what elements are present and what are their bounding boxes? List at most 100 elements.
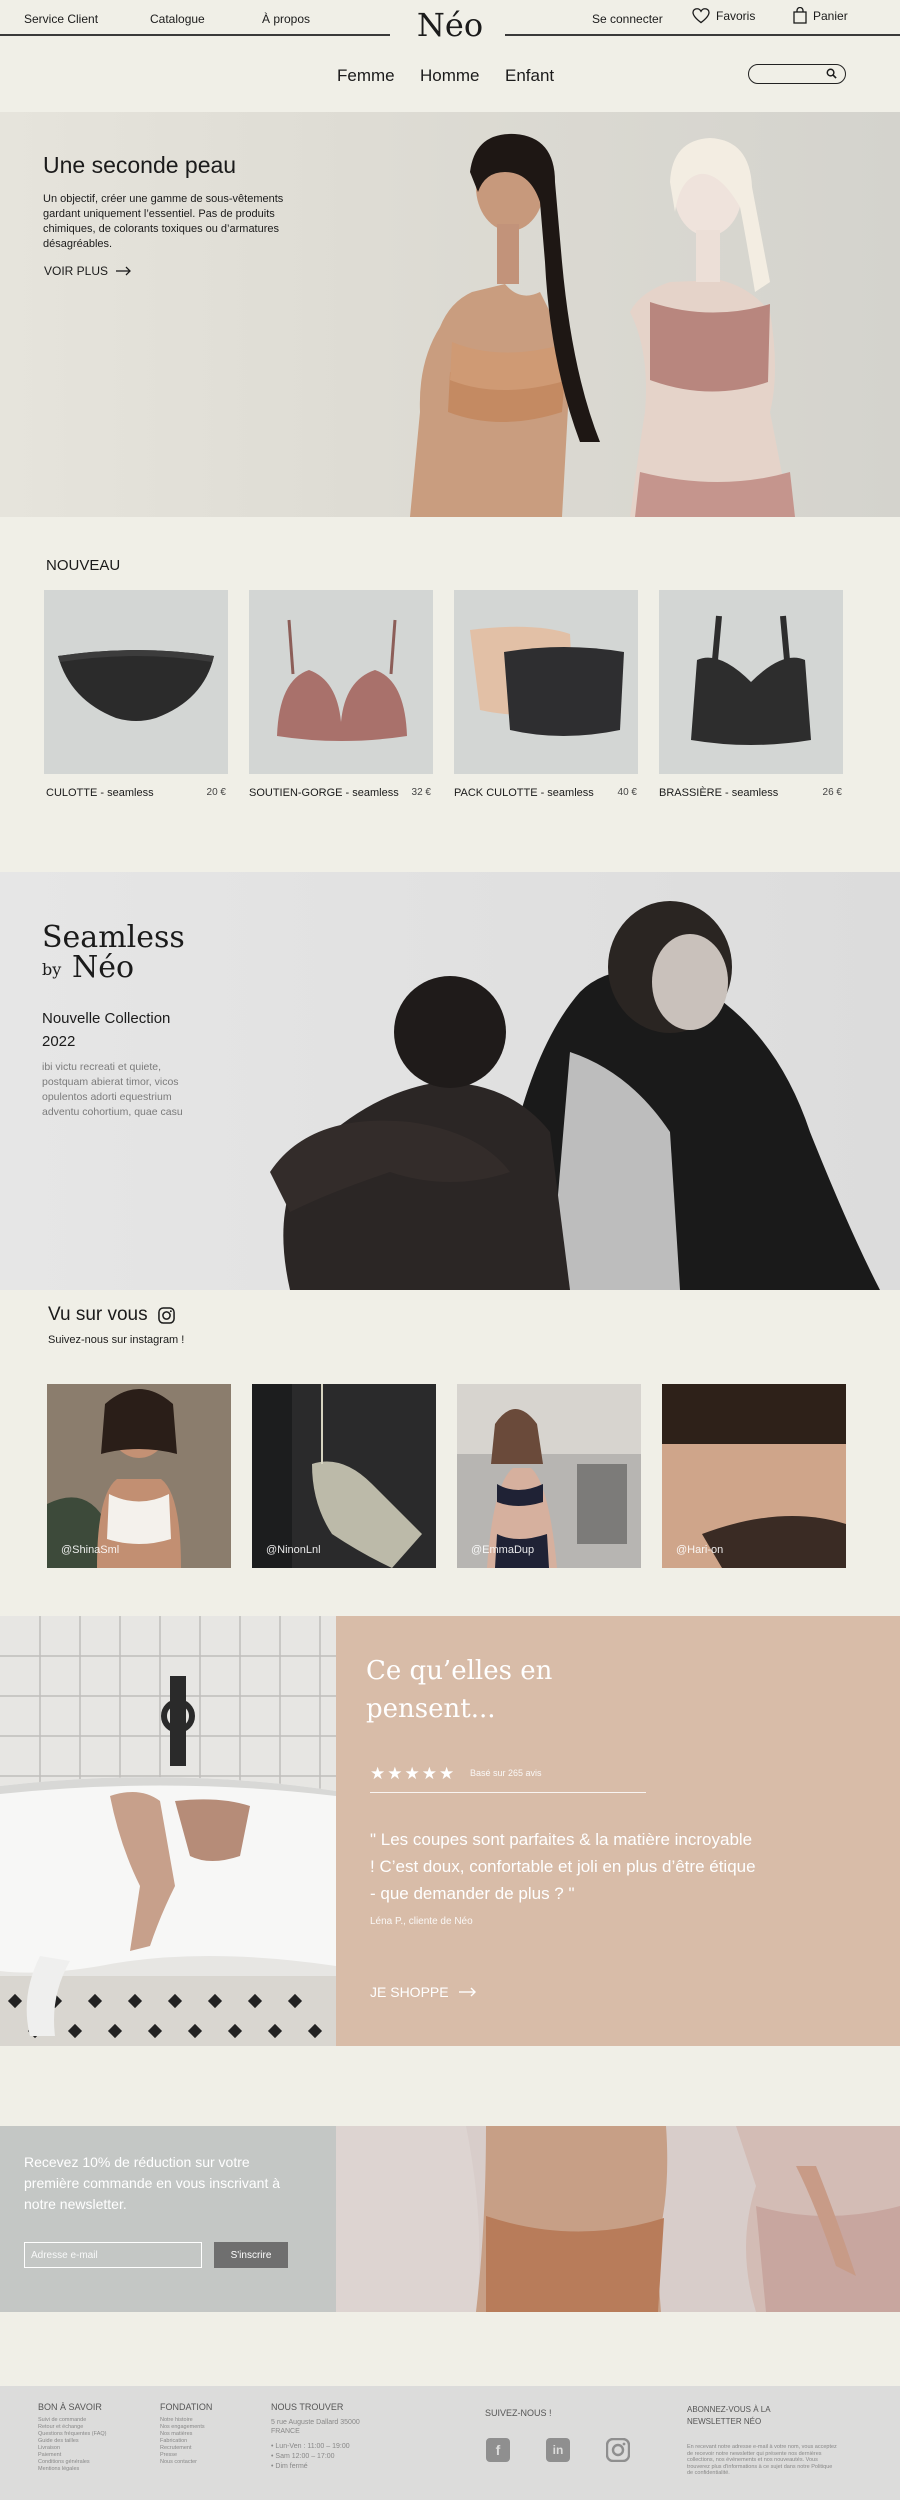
instagram-icon[interactable] — [157, 1306, 175, 1324]
instagram-post-1[interactable]: @ShinaSml — [47, 1384, 231, 1568]
facebook-icon[interactable]: f — [486, 2438, 510, 2462]
bathtub-image — [0, 1616, 336, 2046]
footer-link[interactable]: Questions fréquentes (FAQ) — [38, 2431, 106, 2438]
seamless-by: by — [42, 960, 62, 979]
newsletter-text: Recevez 10% de réduction sur votre premi… — [24, 2154, 281, 2212]
instagram-glyph — [605, 2437, 631, 2463]
instagram-post-2[interactable]: @NinonLnl — [252, 1384, 436, 1568]
search-icon[interactable] — [826, 68, 837, 79]
product-card-soutien-gorge[interactable] — [249, 590, 433, 774]
footer-link[interactable]: Nous contacter — [160, 2459, 205, 2466]
instagram-photo-1 — [47, 1384, 231, 1568]
nav-femme[interactable]: Femme — [337, 66, 395, 86]
instagram-handle-3: @EmmaDup — [471, 1544, 535, 1556]
hero-models-image — [410, 133, 795, 517]
seamless-models-image — [270, 901, 880, 1290]
footer-link[interactable]: Notre histoire — [160, 2417, 205, 2424]
instagram-handle-4: @Hari-on — [676, 1544, 724, 1556]
linkedin-icon[interactable]: in — [546, 2438, 570, 2462]
hours-text: Dim fermé — [275, 2463, 308, 2470]
footer-col2-links: Notre histoire Nos engagements Nos matiè… — [160, 2417, 205, 2466]
product-name-4[interactable]: BRASSIÈRE - seamless — [659, 787, 778, 799]
footer-social-title: SUIVEZ-NOUS ! — [485, 2408, 552, 2418]
footer-link[interactable]: Recrutement — [160, 2445, 205, 2452]
star-icon: ★ — [439, 1764, 455, 1783]
rating-count: Basé sur 265 avis — [470, 1768, 542, 1778]
product-card-brassiere[interactable] — [659, 590, 843, 774]
star-icon: ★ — [370, 1764, 386, 1783]
pack-culotte-image — [470, 626, 624, 736]
je-shoppe-link[interactable]: JE SHOPPE — [370, 1984, 477, 2000]
voir-plus-label: VOIR PLUS — [44, 264, 109, 278]
product-price-1: 20 € — [206, 787, 226, 798]
instagram-post-3[interactable]: @EmmaDup — [457, 1384, 641, 1568]
footer-news-text: En recevant notre adresse e-mail à votre… — [687, 2444, 837, 2476]
instagram-handle-2: @NinonLnl — [266, 1544, 321, 1556]
nav-enfant[interactable]: Enfant — [505, 66, 554, 86]
arrow-right-icon — [458, 1987, 476, 1997]
footer-col2-title: FONDATION — [160, 2402, 213, 2412]
hours-line: • Lun-Ven : 11:00 – 19:00 — [271, 2443, 350, 2450]
footer-link[interactable]: Retour et échange — [38, 2424, 106, 2431]
page: Service Client Catalogue À propos Néo Se… — [0, 0, 900, 2500]
collection-title: Nouvelle Collection 2022 — [42, 1010, 171, 1050]
arrow-right-icon — [116, 266, 131, 276]
footer-link[interactable]: Nos engagements — [160, 2424, 205, 2431]
hours-line: • Dim fermé — [271, 2463, 308, 2470]
footer-col1-title: BON À SAVOIR — [38, 2402, 102, 2412]
footer-link[interactable]: Conditions générales — [38, 2459, 106, 2466]
subscribe-button[interactable]: S'inscrire — [214, 2242, 288, 2268]
newsletter-section: Recevez 10% de réduction sur votre premi… — [0, 2126, 900, 2312]
hours-text: Sam 12:00 – 17:00 — [275, 2453, 335, 2460]
footer-link[interactable]: Livraison — [38, 2445, 106, 2452]
hero-title: Une seconde peau — [43, 152, 237, 178]
favorites-button[interactable]: Favoris — [692, 8, 755, 24]
footer-link[interactable]: Presse — [160, 2452, 205, 2459]
footer-link[interactable]: Guide des tailles — [38, 2438, 106, 2445]
nav-homme[interactable]: Homme — [420, 66, 480, 86]
bathroom-photo — [0, 1616, 336, 2046]
nouveau-title: NOUVEAU — [46, 557, 121, 574]
footer-link[interactable]: Fabrication — [160, 2438, 205, 2445]
cart-label: Panier — [813, 8, 848, 23]
instagram-title-text: Vu sur vous — [48, 1304, 148, 1325]
footer-link[interactable]: Paiement — [38, 2452, 106, 2459]
service-client-link[interactable]: Service Client — [24, 12, 98, 26]
instagram-handle-1: @ShinaSml — [61, 1544, 120, 1556]
cart-button[interactable]: Panier — [793, 7, 848, 24]
star-icon: ★ — [387, 1764, 403, 1783]
testimonial-heading: Ce qu’elles en pensent... — [366, 1656, 553, 1724]
instagram-icon[interactable] — [605, 2437, 631, 2463]
brand-logo[interactable]: Néo — [410, 6, 490, 44]
product-card-culotte[interactable] — [44, 590, 228, 774]
footer-link[interactable]: Suivi de commande — [38, 2417, 106, 2424]
product-name-1[interactable]: CULOTTE - seamless — [46, 787, 154, 799]
footer-news-title: ABONNEZ-VOUS À LA NEWSLETTER NÉO — [687, 2405, 771, 2426]
instagram-post-4[interactable]: @Hari-on — [662, 1384, 846, 1568]
collection-text: ibi victu recreati et quiete, postquam a… — [42, 1061, 183, 1118]
hours-text: Lun-Ven : 11:00 – 19:00 — [275, 2443, 350, 2450]
product-price-2: 32 € — [411, 787, 431, 798]
product-name-3[interactable]: PACK CULOTTE - seamless — [454, 787, 594, 799]
newsletter-photo — [336, 2126, 900, 2312]
product-name-2[interactable]: SOUTIEN-GORGE - seamless — [249, 787, 399, 799]
email-field[interactable] — [24, 2242, 202, 2268]
instagram-photo-3 — [457, 1384, 641, 1568]
star-icon: ★ — [421, 1764, 437, 1783]
sign-in-link[interactable]: Se connecter — [592, 12, 663, 26]
footer-col1-links: Suivi de commande Retour et échange Ques… — [38, 2417, 106, 2473]
voir-plus-link[interactable]: VOIR PLUS — [44, 264, 132, 278]
footer-hours: • Lun-Ven : 11:00 – 19:00 • Sam 12:00 – … — [271, 2442, 350, 2472]
search-input[interactable] — [759, 67, 819, 81]
hours-line: • Sam 12:00 – 17:00 — [271, 2453, 335, 2460]
footer-link[interactable]: Nos matières — [160, 2431, 205, 2438]
hero-text: Un objectif, créer une gamme de sous-vêt… — [43, 193, 284, 250]
catalogue-link[interactable]: Catalogue — [150, 12, 205, 26]
instagram-photo-4 — [662, 1384, 846, 1568]
footer-link[interactable]: Mentions légales — [38, 2466, 106, 2473]
hero-banner: Une seconde peau Un objectif, créer une … — [0, 112, 900, 517]
culotte-image — [58, 650, 214, 721]
a-propos-link[interactable]: À propos — [262, 12, 310, 26]
search-box[interactable] — [748, 64, 846, 84]
product-card-pack-culotte[interactable] — [454, 590, 638, 774]
